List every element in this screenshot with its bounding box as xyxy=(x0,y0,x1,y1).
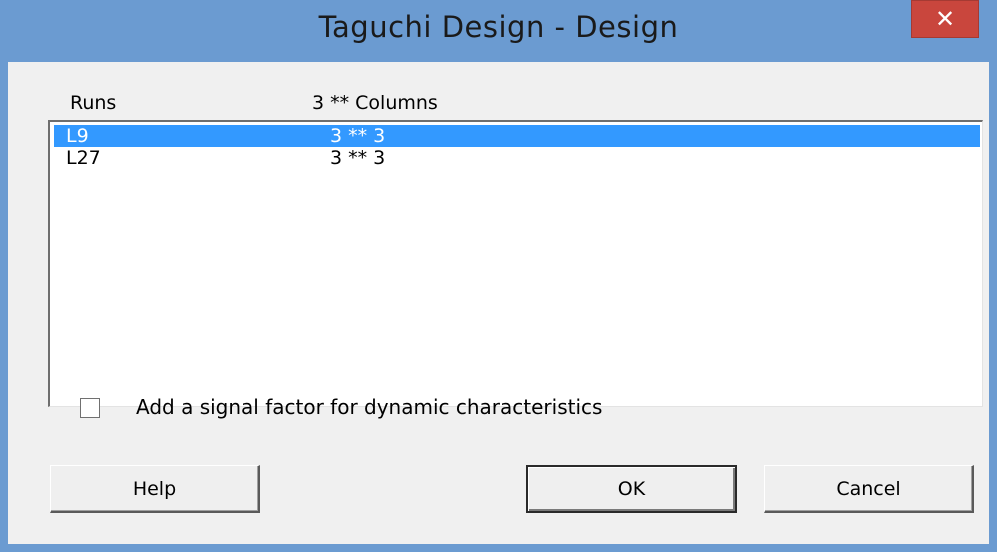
dialog-body: Runs 3 ** Columns L9 3 ** 3 L27 3 ** 3 A… xyxy=(8,62,989,544)
list-item[interactable]: L27 3 ** 3 xyxy=(54,147,980,169)
dialog-window: Taguchi Design - Design ✕ Runs 3 ** Colu… xyxy=(0,0,997,552)
list-item[interactable]: L9 3 ** 3 xyxy=(54,125,980,147)
list-item-runs: L9 xyxy=(66,125,89,147)
runs-column-header: Runs xyxy=(70,92,117,114)
help-button[interactable]: Help xyxy=(50,465,260,513)
close-icon: ✕ xyxy=(934,5,956,33)
columns-column-header: 3 ** Columns xyxy=(312,92,438,114)
list-item-columns: 3 ** 3 xyxy=(330,147,386,169)
cancel-button[interactable]: Cancel xyxy=(764,465,974,513)
list-item-columns: 3 ** 3 xyxy=(330,125,386,147)
close-button[interactable]: ✕ xyxy=(911,0,979,38)
signal-factor-label[interactable]: Add a signal factor for dynamic characte… xyxy=(136,395,602,419)
ok-button[interactable]: OK xyxy=(526,465,737,513)
signal-factor-checkbox[interactable] xyxy=(80,398,100,418)
window-title: Taguchi Design - Design xyxy=(318,10,679,44)
list-item-runs: L27 xyxy=(66,147,101,169)
title-bar[interactable]: Taguchi Design - Design ✕ xyxy=(0,0,997,62)
design-list[interactable]: L9 3 ** 3 L27 3 ** 3 xyxy=(48,120,983,407)
